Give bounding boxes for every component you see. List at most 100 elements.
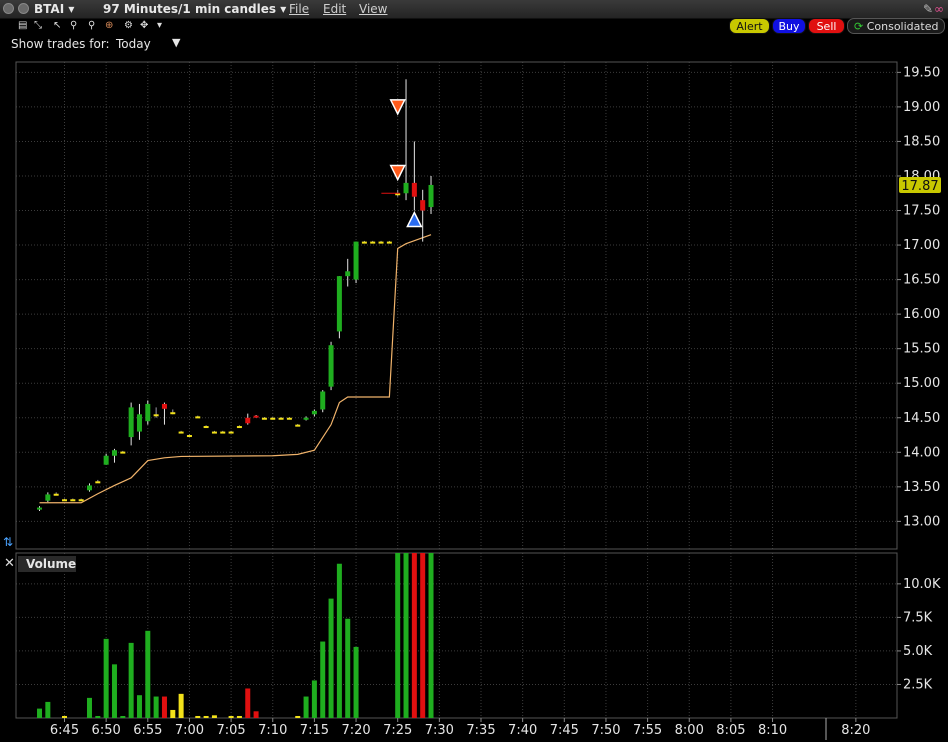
candle xyxy=(336,276,342,339)
price-tick-label: 13.50 xyxy=(903,480,940,495)
volume-bar xyxy=(395,553,401,718)
candle-body xyxy=(420,200,426,211)
time-tick-label: 7:05 xyxy=(216,723,245,738)
candle-body xyxy=(245,417,251,424)
price-tick-label: 13.00 xyxy=(903,514,940,529)
price-tick-label: 16.50 xyxy=(903,273,940,288)
candle xyxy=(45,492,51,503)
candle-body xyxy=(120,451,126,454)
close-volume-icon: ✕ xyxy=(4,556,15,571)
time-tick-label: 7:00 xyxy=(175,723,204,738)
price-tick-label: 17.00 xyxy=(903,238,940,253)
candle-body xyxy=(128,407,134,438)
candle-body xyxy=(270,417,276,420)
candle xyxy=(145,400,151,425)
price-tick-label: 19.50 xyxy=(903,65,940,80)
time-tick-label: 6:55 xyxy=(133,723,162,738)
candle xyxy=(278,417,284,420)
candle-body xyxy=(370,241,376,244)
candle xyxy=(78,498,84,502)
candle xyxy=(345,258,351,287)
candle xyxy=(420,189,426,242)
volume-bar xyxy=(178,693,184,718)
candle-body xyxy=(336,276,342,332)
volume-bar xyxy=(411,553,417,718)
volume-bar xyxy=(153,696,159,718)
volume-bar xyxy=(328,598,334,718)
candle xyxy=(37,506,43,512)
volume-bar xyxy=(203,715,209,718)
time-tick-label: 7:10 xyxy=(258,723,287,738)
candle xyxy=(236,425,242,429)
candle xyxy=(161,402,167,425)
time-tick-label: 7:30 xyxy=(425,723,454,738)
candle-body xyxy=(145,403,151,422)
candle xyxy=(170,409,176,415)
volume-tick-label: 5.0K xyxy=(903,644,933,659)
time-tick-label: 8:05 xyxy=(716,723,745,738)
candle-body xyxy=(153,414,159,417)
candle-body xyxy=(403,182,409,194)
candle-body xyxy=(278,417,284,420)
volume-bar xyxy=(236,715,242,718)
candle-body xyxy=(228,431,234,434)
volume-bar xyxy=(303,696,309,718)
candle xyxy=(70,498,76,502)
candle xyxy=(53,492,59,496)
volume-bar xyxy=(195,715,201,718)
candle-body xyxy=(95,481,101,484)
buy-marker-icon xyxy=(406,210,423,228)
candle xyxy=(386,240,392,244)
candle xyxy=(311,409,317,417)
sell-marker-icon xyxy=(389,99,406,116)
price-axis: 19.5019.0018.5018.0017.5017.0016.5016.00… xyxy=(897,65,941,529)
candle-body xyxy=(311,410,317,415)
candle-body xyxy=(111,450,117,456)
trade-markers-layer xyxy=(381,99,423,228)
candle xyxy=(195,415,201,419)
candle xyxy=(95,479,101,484)
candle-body xyxy=(253,415,259,418)
candle-body xyxy=(78,499,84,502)
volume-bar xyxy=(320,641,326,718)
volume-axis: 10.0K 7.5K 5.0K 2.5K xyxy=(897,577,941,692)
price-tick-label: 17.50 xyxy=(903,204,940,219)
candle-body xyxy=(86,485,92,491)
candle-body xyxy=(328,345,334,387)
volume-bar xyxy=(170,709,176,718)
candles-layer xyxy=(37,79,434,512)
candle xyxy=(103,453,109,465)
candle-body xyxy=(411,182,417,197)
candle-body xyxy=(136,414,142,432)
volume-bar xyxy=(128,642,134,718)
price-tick-label: 16.00 xyxy=(903,307,940,322)
panel-resize-icon: ⇅ xyxy=(3,535,13,549)
volume-bar xyxy=(428,553,434,718)
candle-body xyxy=(361,241,367,244)
candle-body xyxy=(295,424,301,427)
candle xyxy=(136,403,142,440)
volume-bar xyxy=(403,553,409,718)
volume-bar xyxy=(45,701,51,718)
candle xyxy=(253,414,259,418)
volume-tick-label: 10.0K xyxy=(903,577,941,592)
chart-grid xyxy=(16,62,897,718)
candle-body xyxy=(103,455,109,465)
time-tick-label: 6:45 xyxy=(50,723,79,738)
volume-bar xyxy=(145,630,151,718)
candle-body xyxy=(53,493,59,496)
volume-bar xyxy=(62,715,67,718)
volume-bars-layer xyxy=(37,553,434,718)
price-tick-label: 14.50 xyxy=(903,411,940,426)
volume-title: Volume xyxy=(26,557,76,571)
time-tick-label: 7:40 xyxy=(508,723,537,738)
volume-tick-label: 2.5K xyxy=(903,677,933,692)
candle xyxy=(128,402,134,446)
volume-bar xyxy=(211,715,217,718)
price-chart: 19.5019.0018.5018.0017.5017.0016.5016.00… xyxy=(3,61,941,740)
candle xyxy=(211,430,217,434)
time-tick-label: 8:10 xyxy=(758,723,787,738)
candle-body xyxy=(320,391,326,410)
candle xyxy=(361,240,367,244)
time-tick-label: 7:15 xyxy=(300,723,329,738)
